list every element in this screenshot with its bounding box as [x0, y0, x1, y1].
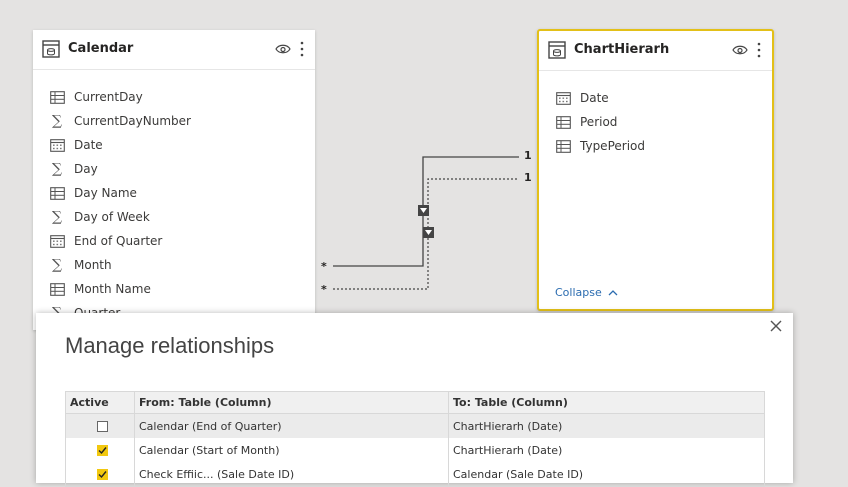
active-checkbox[interactable]: [97, 468, 108, 480]
from-column-cell: Calendar (End of Quarter): [135, 414, 449, 438]
close-icon[interactable]: [769, 319, 783, 333]
table-row[interactable]: Calendar (End of Quarter) ChartHierarh (D…: [66, 414, 764, 438]
table-row[interactable]: Calendar (Start of Month) ChartHierarh (D…: [66, 438, 764, 462]
manage-relationships-dialog: Manage relationships Active From: Table …: [36, 313, 793, 487]
from-column-cell: Check Effiic... (Sale Date ID): [135, 462, 449, 486]
cardinality-one-label: 1: [524, 171, 532, 184]
from-column-cell: Calendar (Start of Month): [135, 438, 449, 462]
table-row[interactable]: Check Effiic... (Sale Date ID) Calendar (…: [66, 462, 764, 486]
to-column-cell: ChartHierarh (Date): [453, 419, 563, 433]
filter-direction-icon: [423, 227, 434, 238]
column-header-from[interactable]: From: Table (Column): [135, 392, 449, 413]
column-header-to[interactable]: To: Table (Column): [449, 392, 764, 413]
filter-direction-icon: [418, 205, 429, 216]
to-column-cell: ChartHierarh (Date): [453, 443, 563, 457]
active-checkbox[interactable]: [97, 420, 108, 432]
active-checkbox[interactable]: [97, 444, 108, 456]
to-column-cell: Calendar (Sale Date ID): [453, 467, 584, 481]
cardinality-many-label: *: [321, 260, 327, 273]
cardinality-many-label: *: [321, 283, 327, 296]
cardinality-one-label: 1: [524, 149, 532, 162]
dialog-title: Manage relationships: [65, 333, 275, 358]
relationships-table: Active From: Table (Column) To: Table (C…: [65, 391, 765, 487]
table-header: Active From: Table (Column) To: Table (C…: [66, 392, 764, 414]
column-header-active[interactable]: Active: [66, 392, 135, 413]
